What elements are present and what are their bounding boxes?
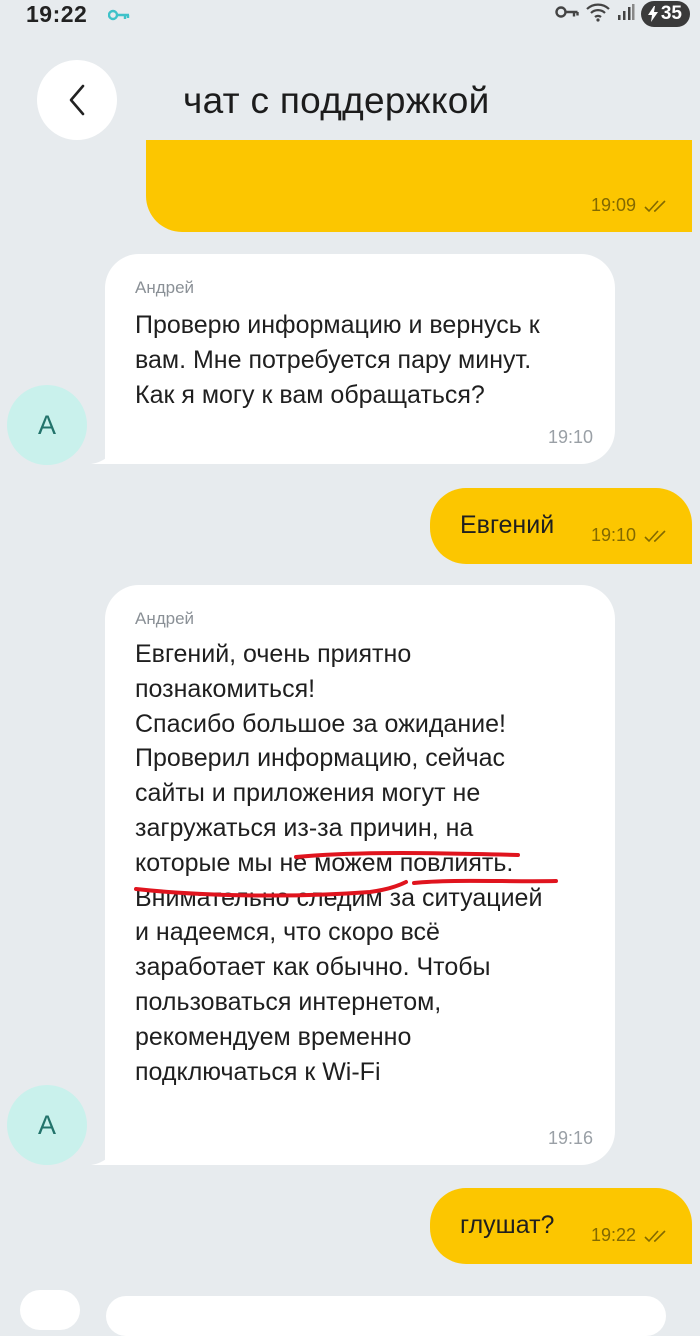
message-text: глушат?: [460, 1211, 555, 1239]
message-text: Проверю информацию и вернусь к вам. Мне …: [135, 311, 540, 409]
message-text: Евгений: [460, 511, 555, 539]
agent-avatar: А: [7, 385, 87, 465]
message-time: 19:10: [590, 525, 636, 545]
agent-avatar: А: [7, 1085, 87, 1165]
outgoing-message[interactable]: глушат? 19:22: [430, 1188, 692, 1264]
vpn-key-icon: [107, 8, 130, 26]
message-time: 19:22: [590, 1225, 636, 1245]
double-check-icon: [644, 529, 666, 542]
double-check-icon: [644, 1229, 666, 1242]
back-button[interactable]: [37, 60, 117, 140]
incoming-message[interactable]: Андрей Евгений, очень приятно познакомит…: [91, 585, 615, 1165]
chevron-left-icon: [69, 84, 85, 116]
status-icons: 35: [555, 1, 690, 27]
sender-name: Андрей: [135, 609, 195, 628]
attachment-button[interactable]: [20, 1290, 80, 1330]
message-meta: 19:09: [591, 195, 670, 216]
vpn-key-icon: [555, 5, 579, 24]
bubble-tail: [91, 1143, 113, 1165]
charging-icon: [647, 6, 658, 22]
incoming-message[interactable]: Андрей Проверю информацию и вернусь к ва…: [91, 254, 615, 464]
message-time: 19:16: [547, 1128, 593, 1148]
page-title: чат с поддержкой: [183, 80, 490, 121]
message-text: Евгений, очень приятно познакомиться! Сп…: [135, 640, 543, 1086]
battery-level: 35: [660, 3, 682, 24]
status-time: 19:22: [26, 1, 88, 27]
bubble-tail: [91, 442, 113, 464]
outgoing-message[interactable]: Евгений 19:10: [430, 488, 692, 564]
wifi-icon: [585, 2, 611, 27]
double-check-icon: [644, 199, 666, 212]
message-meta: 19:22: [591, 1225, 670, 1246]
message-time: 19:10: [547, 427, 593, 447]
sender-name: Андрей: [135, 278, 195, 297]
message-time: 19:09: [590, 195, 636, 215]
message-meta: 19:10: [591, 525, 670, 546]
signal-icon: [617, 3, 635, 26]
outgoing-message[interactable]: 19:09: [146, 140, 692, 232]
status-bar: 19:22 35: [0, 0, 700, 30]
battery-indicator: 35: [640, 1, 690, 27]
message-input[interactable]: [106, 1296, 666, 1336]
